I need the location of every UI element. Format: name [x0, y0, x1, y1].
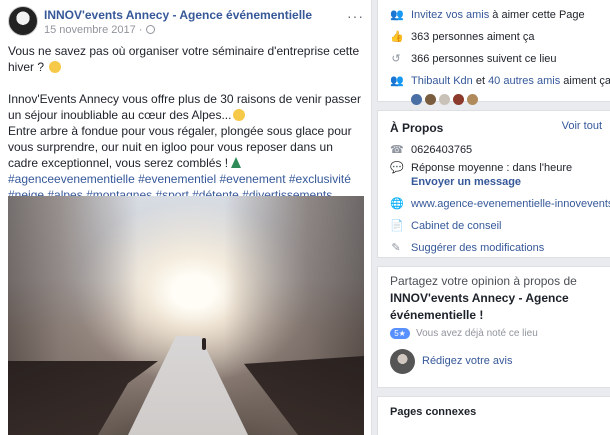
user-avatar — [390, 349, 415, 374]
friends-icon: 👥 — [390, 75, 404, 87]
friend-rest: aiment ça — [560, 75, 610, 87]
friend-avatar[interactable] — [453, 94, 464, 105]
response-time: Réponse moyenne : dans l'heure — [411, 162, 573, 174]
friend-avatar[interactable] — [467, 94, 478, 105]
tree-emoji-icon — [231, 157, 242, 168]
see-all-link[interactable]: Voir tout — [562, 120, 602, 132]
likes-count: 363 personnes aiment ça — [411, 31, 535, 43]
smile-emoji-icon — [233, 109, 246, 121]
follow-icon: ↺ — [391, 53, 401, 65]
phone-icon: ☎ — [390, 144, 404, 156]
phone-row: ☎ 0626403765 — [378, 139, 610, 161]
post-date-text[interactable]: 15 novembre 2017 · — [44, 24, 142, 36]
invite-friends-link[interactable]: Invitez vos amis — [411, 9, 489, 21]
about-card: À Propos Voir tout ☎ 0626403765 💬 Réponse … — [377, 110, 610, 258]
send-message-row: Envoyer un message — [378, 175, 610, 193]
other-friends-link[interactable]: 40 autres amis — [488, 75, 560, 87]
send-message-link[interactable]: Envoyer un message — [411, 176, 521, 188]
about-title: À Propos — [390, 121, 444, 135]
friend-faces — [378, 94, 610, 105]
category-row: 📄 Cabinet de conseil — [378, 215, 610, 237]
review-prompt-prefix: Partagez votre opinion à propos de — [390, 274, 577, 288]
category-link[interactable]: Cabinet de conseil — [411, 220, 502, 232]
page-avatar[interactable] — [8, 6, 38, 36]
photo-person — [202, 338, 206, 350]
post-photo[interactable] — [8, 196, 364, 435]
more-options-icon[interactable]: ··· — [347, 8, 364, 24]
thumbs-up-icon: 👍 — [390, 31, 404, 43]
post-card: INNOV'events Annecy - Agence événementie… — [0, 0, 372, 435]
friend-name-link[interactable]: Thibault Kdn — [411, 75, 473, 87]
friend-avatar[interactable] — [425, 94, 436, 105]
post-text-3: Entre arbre à fondue pour vous régaler, … — [8, 124, 352, 170]
globe-icon: 🌐 — [390, 198, 404, 210]
related-pages-card: Pages connexes — [377, 396, 610, 435]
post-paragraph-1: Vous ne savez pas où organiser votre sém… — [8, 43, 366, 75]
follows-count: 366 personnes suivent ce lieu — [411, 53, 557, 65]
category-icon: 📄 — [390, 220, 404, 232]
messenger-icon: 💬 — [390, 162, 404, 174]
about-header: À Propos Voir tout — [378, 111, 610, 139]
response-row: 💬 Réponse moyenne : dans l'heure — [378, 161, 610, 175]
friend-and: et — [472, 75, 489, 87]
website-link[interactable]: www.agence-evenementielle-innovevents.fr — [411, 198, 610, 210]
post-date[interactable]: 15 novembre 2017 · — [44, 24, 156, 36]
friend-avatar[interactable] — [439, 94, 450, 105]
rating-text: Vous avez déjà noté ce lieu — [416, 328, 538, 339]
post-header: INNOV'events Annecy - Agence événementie… — [8, 6, 368, 38]
write-review-link[interactable]: Rédigez votre avis — [422, 355, 513, 367]
write-review-row[interactable]: Rédigez votre avis — [378, 344, 610, 378]
review-card: Partagez votre opinion à propos de INNOV… — [377, 266, 610, 388]
post-text-1: Vous ne savez pas où organiser votre sém… — [8, 44, 360, 74]
post-body: Vous ne savez pas où organiser votre sém… — [8, 43, 366, 219]
page-name-link[interactable]: INNOV'events Annecy - Agence événementie… — [44, 8, 312, 22]
rating-row: 5★ Vous avez déjà noté ce lieu — [378, 324, 610, 344]
friend-avatar[interactable] — [411, 94, 422, 105]
post-paragraph-2: Innov'Events Annecy vous offre plus de 3… — [8, 91, 366, 123]
phone-number[interactable]: 0626403765 — [411, 144, 472, 156]
thinking-emoji-icon — [49, 61, 62, 73]
invite-row: 👥 Invitez vos amis à aimer cette Page — [378, 4, 610, 26]
suggest-row: ✎ Suggérer des modifications — [378, 237, 610, 259]
post-text-2: Innov'Events Annecy vous offre plus de 3… — [8, 92, 361, 122]
follows-row: ↺ 366 personnes suivent ce lieu — [378, 48, 610, 70]
pencil-icon: ✎ — [391, 242, 401, 254]
invite-rest: à aimer cette Page — [489, 9, 585, 21]
globe-icon — [146, 25, 156, 34]
review-prompt-suffix: ! — [476, 308, 484, 322]
invite-friends-icon: 👥 — [390, 9, 404, 21]
suggest-edits-link[interactable]: Suggérer des modifications — [411, 242, 544, 254]
likes-row: 👍 363 personnes aiment ça — [378, 26, 610, 48]
community-card: 👥 Invitez vos amis à aimer cette Page 👍 36… — [377, 0, 610, 105]
website-row: 🌐 www.agence-evenementielle-innovevents.f… — [378, 193, 610, 215]
post-paragraph-3: Entre arbre à fondue pour vous régaler, … — [8, 123, 366, 171]
review-prompt: Partagez votre opinion à propos de INNOV… — [378, 267, 610, 324]
friends-like-row: 👥 Thibault Kdn et 40 autres amis aiment ç… — [378, 70, 610, 92]
related-pages-title: Pages connexes — [390, 406, 477, 418]
rating-badge: 5★ — [390, 328, 410, 339]
